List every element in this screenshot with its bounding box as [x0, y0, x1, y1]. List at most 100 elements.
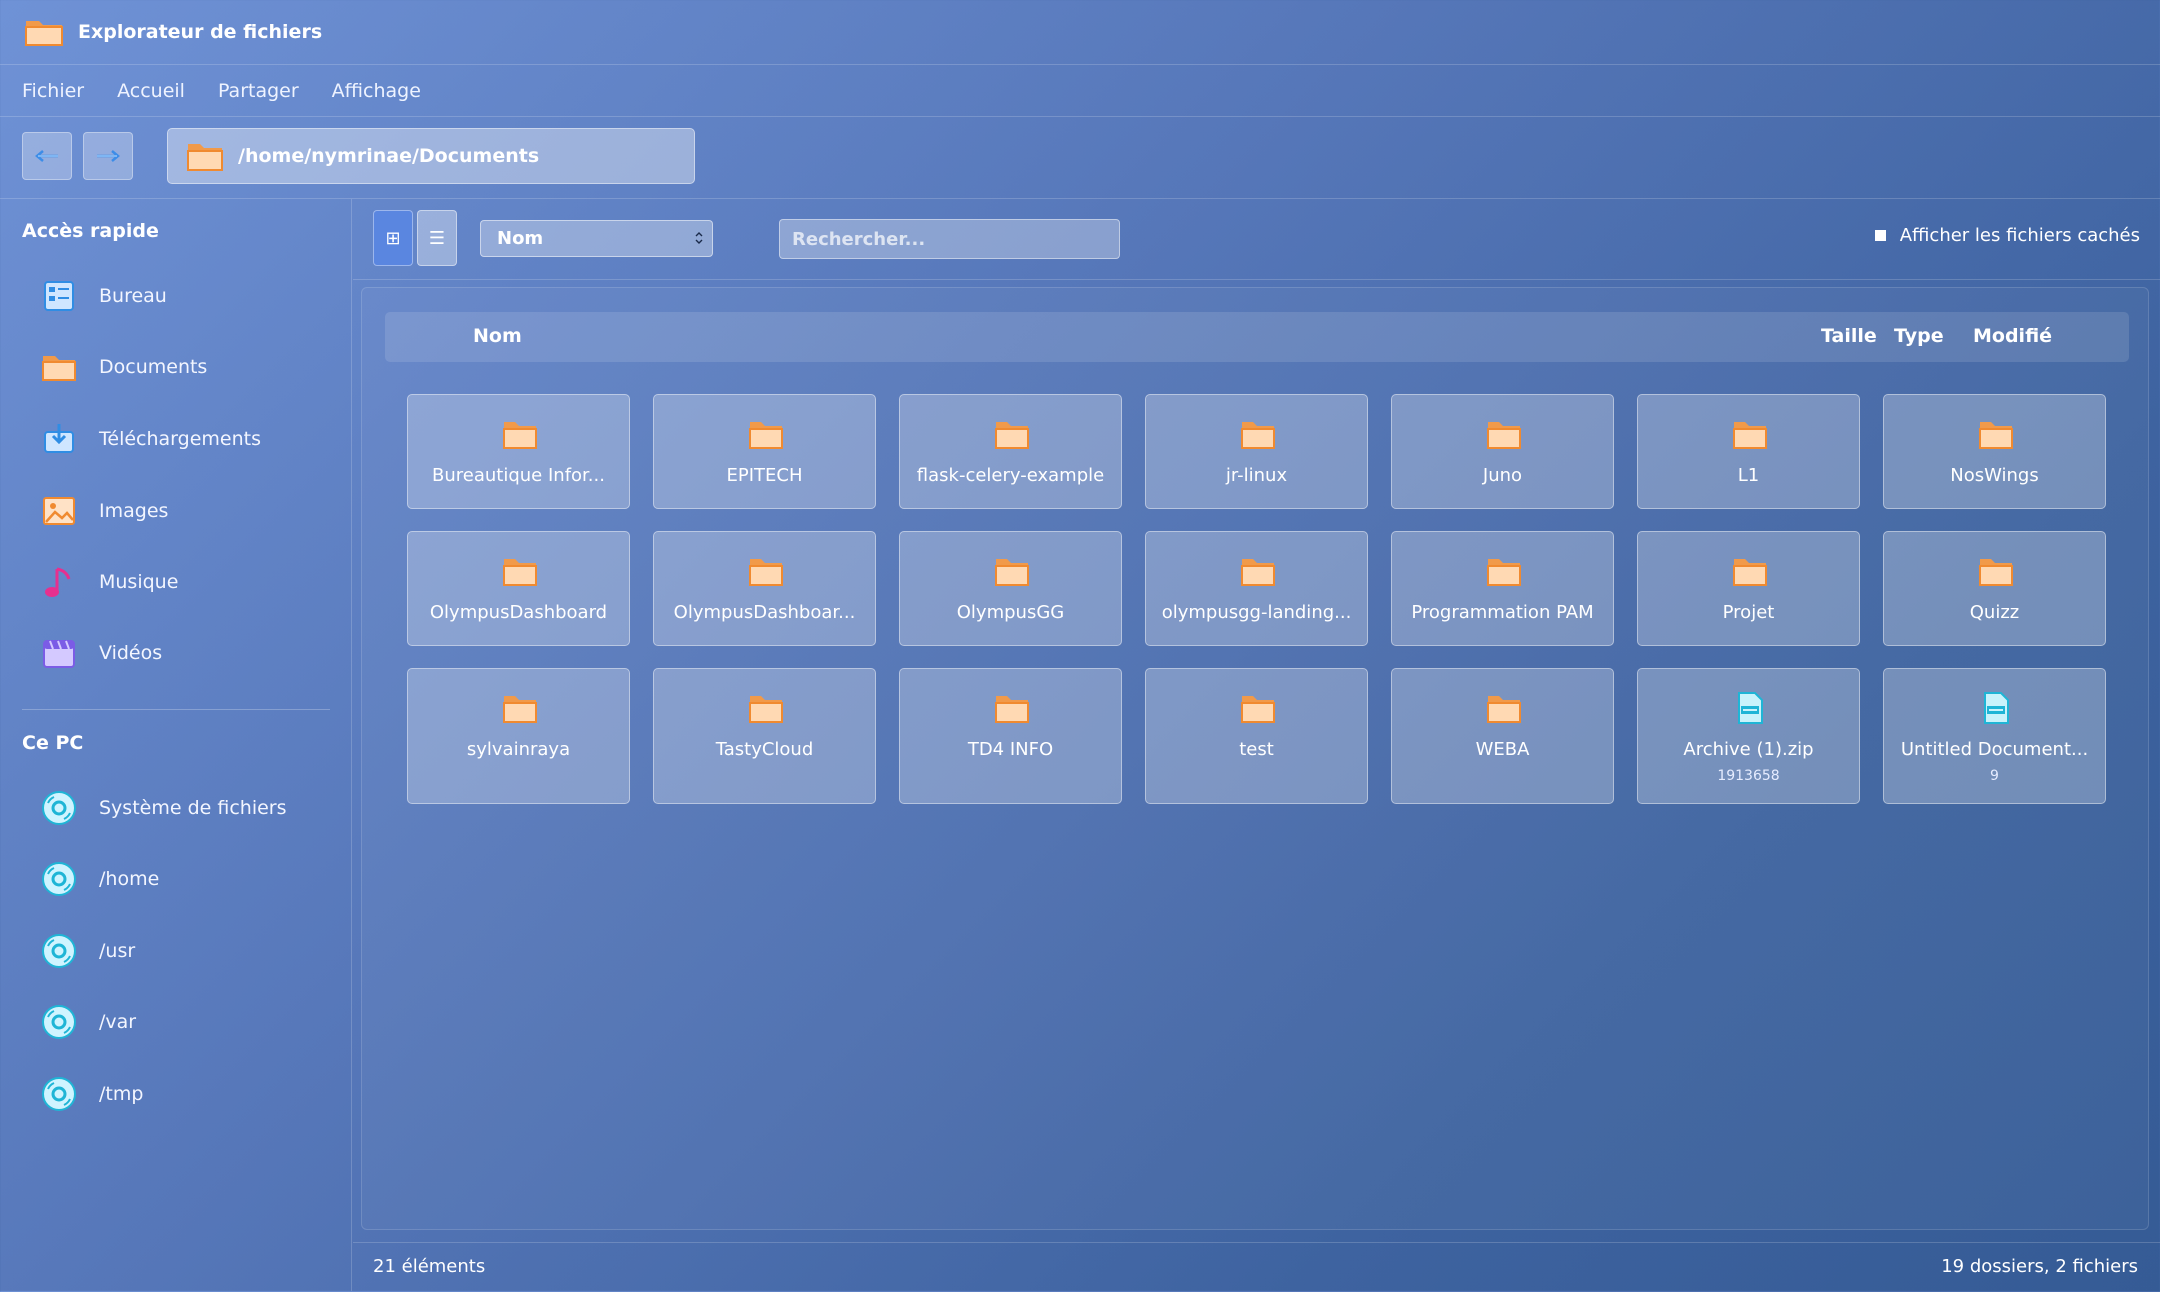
- list-view-button[interactable]: ☰: [417, 210, 457, 266]
- back-button[interactable]: [22, 132, 72, 180]
- item-name: WEBA: [1475, 739, 1530, 760]
- sidebar-item-documents[interactable]: Documents: [40, 341, 330, 393]
- grid-view-button[interactable]: ⊞: [373, 210, 413, 266]
- menu-affichage[interactable]: Affichage: [332, 80, 421, 102]
- folder-tile[interactable]: test: [1145, 668, 1368, 804]
- title-bar: Explorateur de fichiers: [0, 0, 2160, 65]
- sidebar-item-home[interactable]: /home: [40, 853, 330, 905]
- file-view: Nom Taille Type Modifié Bureautique Info…: [361, 287, 2149, 1230]
- sidebar-item-label: /var: [99, 1011, 137, 1033]
- folder-tile[interactable]: NosWings: [1883, 394, 2106, 509]
- window-title: Explorateur de fichiers: [78, 21, 323, 43]
- file-tile[interactable]: Archive (1).zip 1913658: [1637, 668, 1860, 804]
- column-size[interactable]: Taille: [1821, 325, 1877, 347]
- folder-tile[interactable]: TD4 INFO: [899, 668, 1122, 804]
- sort-select[interactable]: Nom: [480, 220, 713, 257]
- sidebar-item-usr[interactable]: /usr: [40, 925, 330, 977]
- item-name: Programmation PAM: [1411, 602, 1594, 623]
- item-name: test: [1239, 739, 1274, 760]
- item-name: OlympusDashboar...: [673, 602, 856, 623]
- folder-icon: [995, 422, 1029, 449]
- folder-tile[interactable]: EPITECH: [653, 394, 876, 509]
- sidebar-item-label: Documents: [99, 356, 208, 378]
- column-type[interactable]: Type: [1894, 325, 1944, 347]
- folder-icon: [187, 144, 223, 171]
- disk-icon: [42, 1005, 76, 1039]
- folder-icon: [995, 559, 1029, 586]
- folder-tile[interactable]: Programmation PAM: [1391, 531, 1614, 646]
- column-modified[interactable]: Modifié: [1973, 325, 2052, 347]
- folder-icon: [1733, 422, 1767, 449]
- column-name[interactable]: Nom: [473, 325, 522, 347]
- menu-partager[interactable]: Partager: [218, 80, 299, 102]
- folder-icon: [42, 356, 76, 381]
- image-icon: [43, 497, 75, 525]
- sidebar-item-label: /tmp: [99, 1083, 144, 1105]
- folder-tile[interactable]: jr-linux: [1145, 394, 1368, 509]
- navigation-bar: /home/nymrinae/Documents: [0, 118, 2160, 199]
- grid-view-icon: ⊞: [385, 227, 401, 249]
- chevron-updown-icon: [695, 232, 703, 244]
- folder-tile[interactable]: OlympusDashboar...: [653, 531, 876, 646]
- item-name: TastyCloud: [715, 739, 814, 760]
- item-name: OlympusDashboard: [429, 602, 608, 623]
- forward-button[interactable]: [83, 132, 133, 180]
- sort-value: Nom: [497, 228, 544, 249]
- sidebar-item-telechargements[interactable]: Téléchargements: [40, 413, 330, 465]
- folder-icon: [1979, 422, 2013, 449]
- sidebar-item-bureau[interactable]: Bureau: [40, 270, 330, 322]
- folder-tile[interactable]: WEBA: [1391, 668, 1614, 804]
- item-name: jr-linux: [1225, 465, 1288, 486]
- show-hidden-files-toggle[interactable]: Afficher les fichiers cachés: [1874, 225, 2140, 246]
- folder-tile[interactable]: flask-celery-example: [899, 394, 1122, 509]
- folder-tile[interactable]: olympusgg-landing...: [1145, 531, 1368, 646]
- sidebar-item-var[interactable]: /var: [40, 996, 330, 1048]
- sidebar-item-label: Images: [99, 500, 169, 522]
- disk-icon: [42, 791, 76, 825]
- address-bar[interactable]: /home/nymrinae/Documents: [167, 128, 695, 184]
- folder-icon: [25, 21, 63, 46]
- arrow-right-icon: [97, 150, 120, 162]
- folder-tile[interactable]: Juno: [1391, 394, 1614, 509]
- item-name: sylvainraya: [466, 739, 571, 760]
- folder-icon: [1487, 559, 1521, 586]
- folder-tile[interactable]: Bureautique Infor...: [407, 394, 630, 509]
- download-icon: [44, 424, 74, 453]
- folder-icon: [749, 696, 783, 723]
- folder-tile[interactable]: Projet: [1637, 531, 1860, 646]
- selection-summary: 19 dossiers, 2 fichiers: [1941, 1256, 2138, 1277]
- folder-tile[interactable]: sylvainraya: [407, 668, 630, 804]
- folder-icon: [1979, 559, 2013, 586]
- file-tile[interactable]: Untitled Document... 9: [1883, 668, 2106, 804]
- item-name: olympusgg-landing...: [1161, 602, 1352, 623]
- toolbar: ⊞ ☰ Nom Afficher les fichiers cachés: [353, 199, 2160, 280]
- folder-tile[interactable]: L1: [1637, 394, 1860, 509]
- column-header: Nom Taille Type Modifié: [385, 312, 2129, 362]
- item-name: Juno: [1482, 465, 1523, 486]
- item-size: 9: [1990, 768, 1999, 784]
- sidebar-item-filesystem[interactable]: Système de fichiers: [40, 782, 330, 834]
- folder-tile[interactable]: Quizz: [1883, 531, 2106, 646]
- folder-icon: [749, 422, 783, 449]
- sidebar-item-videos[interactable]: Vidéos: [40, 627, 330, 679]
- folder-tile[interactable]: OlympusGG: [899, 531, 1122, 646]
- folder-icon: [1241, 696, 1275, 723]
- sidebar-item-label: Système de fichiers: [99, 797, 287, 819]
- sidebar-item-musique[interactable]: Musique: [40, 556, 330, 608]
- folder-tile[interactable]: OlympusDashboard: [407, 531, 630, 646]
- sidebar-item-images[interactable]: Images: [40, 485, 330, 537]
- folder-tile[interactable]: TastyCloud: [653, 668, 876, 804]
- menu-fichier[interactable]: Fichier: [22, 80, 84, 102]
- search-input[interactable]: [779, 219, 1120, 259]
- disk-icon: [42, 1077, 76, 1111]
- folder-icon: [1241, 422, 1275, 449]
- folder-icon: [503, 559, 537, 586]
- folder-icon: [503, 422, 537, 449]
- menu-accueil[interactable]: Accueil: [117, 80, 185, 102]
- show-hidden-checkbox[interactable]: [1874, 230, 1886, 241]
- desktop-icon: [44, 281, 74, 311]
- music-icon: [45, 567, 71, 597]
- sidebar-item-tmp[interactable]: /tmp: [40, 1068, 330, 1120]
- sidebar-item-label: /home: [99, 868, 160, 890]
- list-view-icon: ☰: [428, 227, 446, 249]
